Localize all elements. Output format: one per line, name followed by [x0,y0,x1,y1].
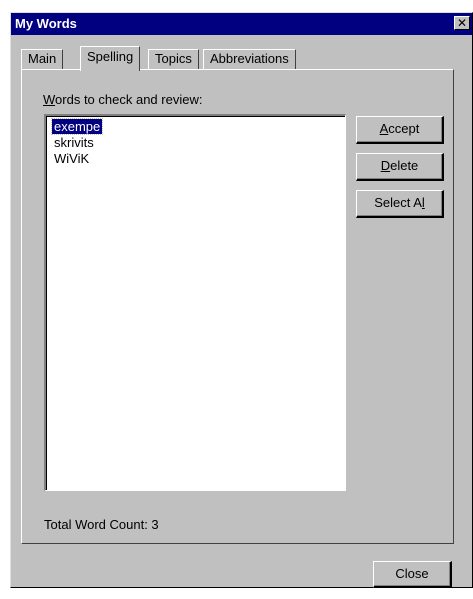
select-all-button[interactable]: Select Al [356,190,444,218]
words-listbox[interactable]: exempe skrivits WiViK [44,114,346,491]
list-item[interactable]: exempe [50,118,104,135]
tab-topics[interactable]: Topics [148,49,199,69]
tab-main[interactable]: Main [21,49,64,69]
title-bar[interactable]: My Words ✕ [11,13,472,35]
words-list-label: Words to check and review: [43,92,203,107]
delete-button[interactable]: Delete [356,153,444,181]
total-word-count: Total Word Count: 3 [44,517,159,532]
tab-spelling[interactable]: Spelling [80,46,141,71]
list-item[interactable]: skrivits [52,135,96,150]
window-title: My Words [15,16,77,31]
accept-button[interactable]: Accept [356,116,444,144]
list-item[interactable]: WiViK [52,151,91,166]
close-icon[interactable]: ✕ [454,16,470,30]
my-words-dialog: My Words ✕ Main Spelling Topics Abbrevia… [10,12,473,588]
tab-abbreviations[interactable]: Abbreviations [203,49,296,69]
close-button[interactable]: Close [373,561,452,588]
